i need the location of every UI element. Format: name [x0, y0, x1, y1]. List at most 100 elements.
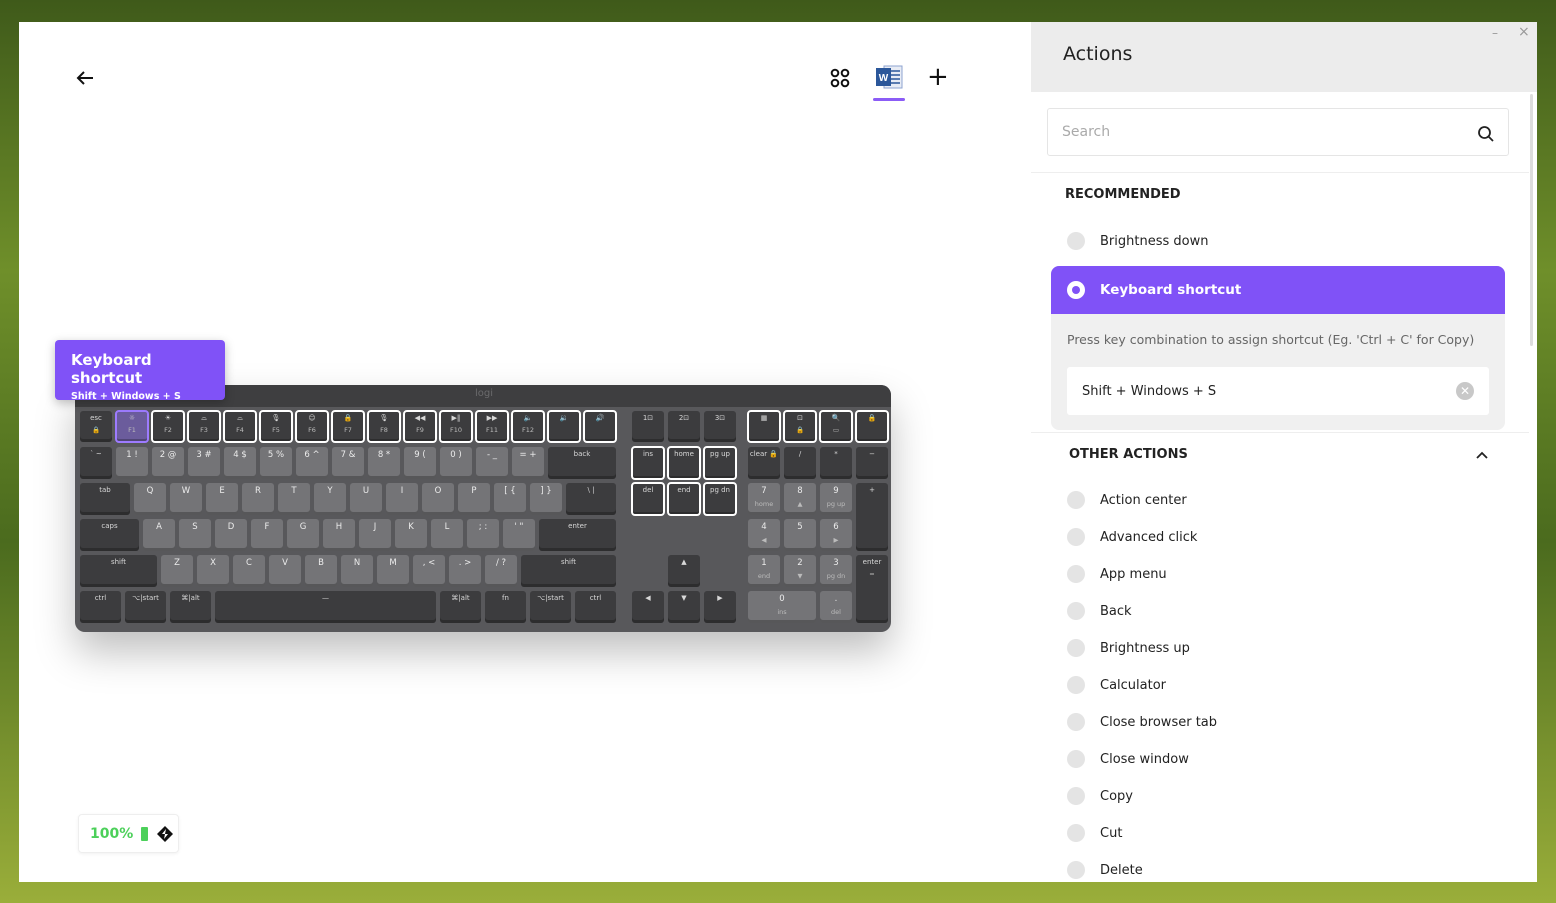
key[interactable]: ▶▶ F11: [475, 410, 509, 443]
key[interactable]: ⌥|start: [125, 591, 166, 623]
minimize-button[interactable]: –: [1492, 26, 1498, 40]
key[interactable]: ⌘|alt: [440, 591, 481, 623]
key[interactable]: 1 !: [116, 447, 148, 479]
scrollbar[interactable]: [1530, 94, 1533, 346]
key[interactable]: ☼ F1: [115, 410, 149, 443]
key[interactable]: shift: [80, 555, 157, 587]
all-apps-icon[interactable]: [830, 68, 850, 88]
add-app-icon[interactable]: +: [927, 64, 949, 90]
key[interactable]: D: [215, 519, 247, 551]
key[interactable]: / ?: [485, 555, 517, 587]
key[interactable]: enter =: [856, 555, 888, 623]
search-input[interactable]: [1047, 108, 1509, 156]
key[interactable]: 🎙 F5: [259, 410, 293, 443]
shortcut-input[interactable]: Shift + Windows + S ✕: [1067, 367, 1489, 415]
key[interactable]: K: [395, 519, 427, 551]
key[interactable]: 1⊡: [632, 411, 664, 442]
key[interactable]: shift: [521, 555, 616, 587]
key[interactable]: ' ": [503, 519, 535, 551]
key[interactable]: 2⊡: [668, 411, 700, 442]
key[interactable]: R: [242, 483, 274, 515]
key[interactable]: ▶‖ F10: [439, 410, 473, 443]
search-icon[interactable]: [1477, 125, 1495, 143]
key[interactable]: W: [170, 483, 202, 515]
key[interactable]: ⌘|alt: [170, 591, 211, 623]
radio-button[interactable]: [1067, 750, 1085, 768]
radio-button-selected[interactable]: [1067, 281, 1085, 299]
key[interactable]: \ |: [566, 483, 616, 515]
key[interactable]: T: [278, 483, 310, 515]
key[interactable]: 🔊: [583, 410, 617, 443]
action-keyboard-shortcut[interactable]: Keyboard shortcut: [1051, 266, 1505, 314]
key[interactable]: 8 ▲: [784, 483, 816, 515]
close-button[interactable]: ×: [1518, 24, 1530, 40]
key[interactable]: —: [215, 591, 436, 623]
key[interactable]: B: [305, 555, 337, 587]
key[interactable]: tab: [80, 483, 130, 515]
key[interactable]: 2 @: [152, 447, 184, 479]
key[interactable]: C: [233, 555, 265, 587]
radio-button[interactable]: [1067, 676, 1085, 694]
key[interactable]: ▶: [704, 591, 736, 623]
clear-icon[interactable]: ✕: [1456, 382, 1474, 400]
key[interactable]: U: [350, 483, 382, 515]
key[interactable]: G: [287, 519, 319, 551]
key[interactable]: del: [631, 482, 665, 516]
key[interactable]: clear 🔒: [748, 447, 780, 479]
key[interactable]: = +: [512, 447, 544, 479]
key[interactable]: J: [359, 519, 391, 551]
action-advanced-click[interactable]: Advanced click: [1067, 528, 1197, 546]
key[interactable]: ☀ F2: [151, 410, 185, 443]
radio-button[interactable]: [1067, 861, 1085, 879]
action-close-window[interactable]: Close window: [1067, 750, 1189, 768]
radio-button[interactable]: [1067, 565, 1085, 583]
key[interactable]: F: [251, 519, 283, 551]
key[interactable]: back: [548, 447, 616, 479]
key[interactable]: end: [667, 482, 701, 516]
action-close-browser-tab[interactable]: Close browser tab: [1067, 713, 1217, 731]
radio-button[interactable]: [1067, 528, 1085, 546]
key[interactable]: 7 &: [332, 447, 364, 479]
key[interactable]: fn: [485, 591, 526, 623]
key[interactable]: pg up: [703, 446, 737, 480]
key[interactable]: 7 home: [748, 483, 780, 515]
key[interactable]: *: [820, 447, 852, 479]
key[interactable]: 🎙 F8: [367, 410, 401, 443]
key[interactable]: ▦: [747, 410, 781, 443]
key[interactable]: [ {: [494, 483, 526, 515]
key[interactable]: H: [323, 519, 355, 551]
key[interactable]: 🔍 ▭: [819, 410, 853, 443]
key[interactable]: Z: [161, 555, 193, 587]
key[interactable]: 3 #: [188, 447, 220, 479]
key[interactable]: −: [856, 447, 888, 479]
key[interactable]: esc 🔒: [80, 411, 112, 442]
key[interactable]: E: [206, 483, 238, 515]
key[interactable]: 6 ▶: [820, 519, 852, 551]
key[interactable]: ⌓ F3: [187, 410, 221, 443]
key[interactable]: 0 ins: [748, 591, 816, 623]
key[interactable]: ; :: [467, 519, 499, 551]
radio-button[interactable]: [1067, 232, 1085, 250]
action-brightness-down[interactable]: Brightness down: [1067, 232, 1208, 250]
key[interactable]: S: [179, 519, 211, 551]
key[interactable]: 🔉: [547, 410, 581, 443]
radio-button[interactable]: [1067, 491, 1085, 509]
key[interactable]: X: [197, 555, 229, 587]
key[interactable]: Y: [314, 483, 346, 515]
key[interactable]: - _: [476, 447, 508, 479]
action-calculator[interactable]: Calculator: [1067, 676, 1166, 694]
key[interactable]: ▲: [668, 555, 700, 587]
action-delete[interactable]: Delete: [1067, 861, 1143, 879]
radio-button[interactable]: [1067, 787, 1085, 805]
key[interactable]: 8 *: [368, 447, 400, 479]
key[interactable]: I: [386, 483, 418, 515]
key[interactable]: 9 pg up: [820, 483, 852, 515]
action-app-menu[interactable]: App menu: [1067, 565, 1167, 583]
key[interactable]: ◀◀ F9: [403, 410, 437, 443]
key[interactable]: M: [377, 555, 409, 587]
key[interactable]: 5: [784, 519, 816, 551]
action-cut[interactable]: Cut: [1067, 824, 1122, 842]
key[interactable]: ` ~: [80, 447, 112, 479]
key[interactable]: 5 %: [260, 447, 292, 479]
key[interactable]: 9 (: [404, 447, 436, 479]
